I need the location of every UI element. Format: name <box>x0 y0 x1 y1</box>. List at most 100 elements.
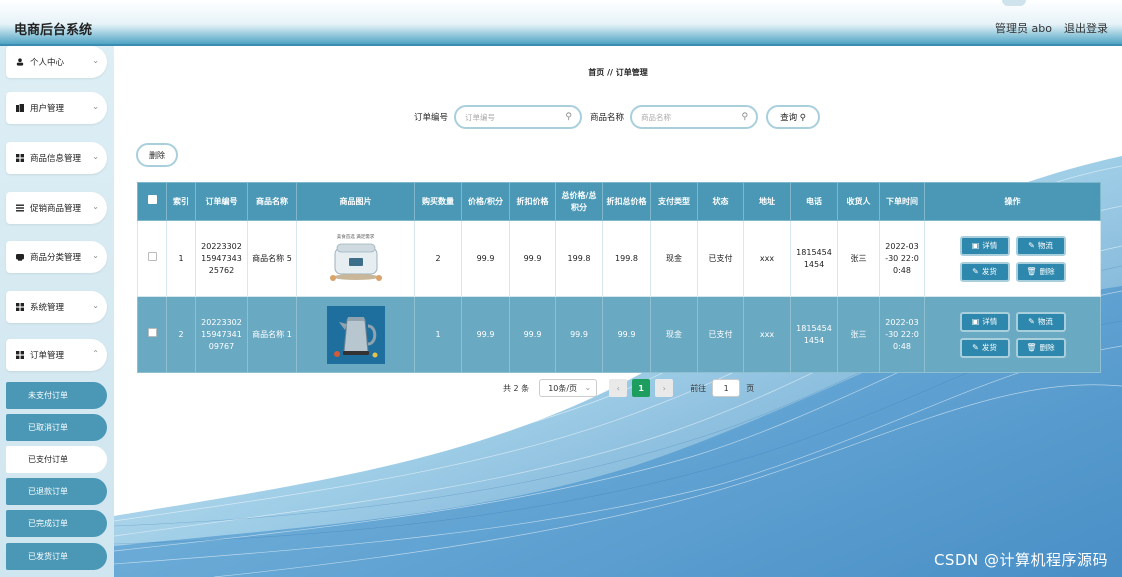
chevron-down-icon: ⌄ <box>92 56 99 65</box>
submenu-shipped-orders[interactable]: 已发货订单 <box>6 543 107 570</box>
logout-link[interactable]: 退出登录 <box>1064 20 1108 36</box>
sidebar-item-category[interactable]: 商品分类管理 ⌄ <box>6 241 107 273</box>
submenu-refunded-orders[interactable]: 已退款订单 <box>6 478 107 505</box>
sidebar-item-personal-center[interactable]: 个人中心 ⌄ <box>6 46 107 78</box>
batch-delete-button[interactable]: 删除 <box>136 143 178 167</box>
person-icon <box>16 58 24 66</box>
row-pay-type: 现金 <box>650 220 698 297</box>
search-icon: ⚲ <box>741 112 749 122</box>
delete-label: 删除 <box>1039 266 1055 276</box>
detail-icon: ▣ <box>971 316 980 326</box>
delete-label: 删除 <box>1039 342 1055 352</box>
page-size-select[interactable]: 10条/页 ⌄ <box>539 379 598 397</box>
ship-button[interactable]: ✎ 发货 <box>959 337 1010 358</box>
logistics-label: 物流 <box>1037 240 1053 250</box>
detail-icon: ▣ <box>971 240 980 250</box>
edit-icon: ✎ <box>972 342 979 352</box>
kettle-image <box>326 305 385 364</box>
submenu-unpaid-orders[interactable]: 未支付订单 <box>6 382 107 409</box>
next-page-button[interactable]: › <box>655 379 674 397</box>
row-price: 99.9 <box>461 220 510 297</box>
select-all-header <box>137 182 167 221</box>
sidebar: 个人中心 ⌄ 用户管理 ⌄ 商品信息管理 ⌄ 促销商品管理 ⌄ 商品分类管理 ⌄… <box>0 46 114 577</box>
product-name-label: 商品名称 <box>590 113 625 123</box>
col-header: 订单编号 <box>195 182 248 221</box>
detail-button[interactable]: ▣ 详情 <box>959 311 1010 332</box>
sidebar-item-system[interactable]: 系统管理 ⌄ <box>6 291 107 323</box>
search-icon: ⚲ <box>565 112 573 122</box>
table-header-row: 索引 订单编号 商品名称 商品图片 购买数量 价格/积分 折扣价格 总价格/总积… <box>137 182 1101 221</box>
delete-button[interactable]: 🗑 删除 <box>1015 261 1066 282</box>
row-discount-total: 199.8 <box>602 220 651 297</box>
logistics-button[interactable]: ✎ 物流 <box>1015 235 1066 256</box>
row-order-no: 20223302 15947343 25762 <box>195 220 248 297</box>
select-all-checkbox[interactable] <box>147 195 157 204</box>
table-row[interactable]: 2 20223302 15947341 09767 商品名称 1 1 99.9 … <box>137 296 1101 373</box>
row-select-cell <box>137 220 167 297</box>
table-row[interactable]: 1 20223302 15947343 25762 商品名称 5 美食首选 满足… <box>137 220 1101 297</box>
col-header: 下单时间 <box>879 182 925 221</box>
sidebar-item-product-info[interactable]: 商品信息管理 ⌄ <box>6 142 107 174</box>
row-checkbox[interactable] <box>147 328 157 337</box>
watermark: CSDN @计算机程序源码 <box>933 551 1108 569</box>
ship-label: 发货 <box>981 266 997 276</box>
row-receiver: 张三 <box>837 220 880 297</box>
grid-icon <box>16 154 24 162</box>
col-header: 购买数量 <box>414 182 462 221</box>
prev-page-button[interactable]: ‹ <box>609 379 628 397</box>
col-header: 折扣价格 <box>509 182 556 221</box>
goto-page-input[interactable]: 1 <box>712 379 741 397</box>
query-button[interactable]: 查询 ⚲ <box>766 105 821 129</box>
row-address: xxx <box>743 296 791 373</box>
sidebar-item-label: 商品信息管理 <box>30 154 82 164</box>
app-title: 电商后台系统 <box>14 23 93 38</box>
sidebar-item-orders[interactable]: 订单管理 ⌃ <box>6 339 107 371</box>
detail-label: 详情 <box>982 316 998 326</box>
sidebar-item-label: 订单管理 <box>30 351 65 361</box>
detail-label: 详情 <box>982 240 998 250</box>
breadcrumb: 首页 // 订单管理 <box>588 68 648 77</box>
product-image[interactable]: 美食首选 满足需求 <box>326 229 385 288</box>
orders-table: 索引 订单编号 商品名称 商品图片 购买数量 价格/积分 折扣价格 总价格/总积… <box>137 182 1101 373</box>
sidebar-item-label: 用户管理 <box>30 104 65 114</box>
row-qty: 1 <box>414 296 462 373</box>
logistics-button[interactable]: ✎ 物流 <box>1015 311 1066 332</box>
sidebar-item-label: 促销商品管理 <box>30 204 82 214</box>
ship-button[interactable]: ✎ 发货 <box>959 261 1010 282</box>
row-address: xxx <box>743 220 791 297</box>
row-select-cell <box>137 296 167 373</box>
submenu-completed-orders[interactable]: 已完成订单 <box>6 510 107 537</box>
grid-icon <box>16 351 24 359</box>
submenu-paid-orders[interactable]: 已支付订单 <box>6 446 107 473</box>
product-name-input[interactable]: 商品名称 ⚲ <box>630 105 759 129</box>
sidebar-item-user-management[interactable]: 用户管理 ⌄ <box>6 92 107 124</box>
col-header: 地址 <box>743 182 791 221</box>
users-icon <box>16 104 24 112</box>
order-no-input[interactable]: 订单编号 ⚲ <box>454 105 583 129</box>
edit-icon: ✎ <box>1028 316 1035 326</box>
product-image-caption: 美食首选 满足需求 <box>336 234 375 240</box>
row-status: 已支付 <box>697 220 744 297</box>
page-1-button[interactable]: 1 <box>632 379 651 397</box>
row-checkbox[interactable] <box>147 252 157 261</box>
detail-button[interactable]: ▣ 详情 <box>959 235 1010 256</box>
product-name-placeholder: 商品名称 <box>641 112 672 122</box>
chevron-down-icon: ⌄ <box>92 102 99 111</box>
chevron-down-icon: ⌄ <box>92 202 99 211</box>
order-no-placeholder: 订单编号 <box>465 112 496 122</box>
order-no-label: 订单编号 <box>414 113 449 123</box>
sidebar-item-promotion[interactable]: 促销商品管理 ⌄ <box>6 192 107 224</box>
chevron-down-icon: ⌄ <box>92 301 99 310</box>
chevron-down-icon: ⌄ <box>92 152 99 161</box>
delete-button[interactable]: 🗑 删除 <box>1015 337 1066 358</box>
row-order-no: 20223302 15947341 09767 <box>195 296 248 373</box>
sidebar-item-label: 个人中心 <box>30 58 65 68</box>
pagination: 共 2 条 10条/页 ⌄ ‹ 1 › 前往 1 页 <box>503 379 754 397</box>
col-header: 支付类型 <box>650 182 698 221</box>
page-suffix: 页 <box>746 383 755 393</box>
submenu-cancelled-orders[interactable]: 已取消订单 <box>6 414 107 441</box>
row-qty: 2 <box>414 220 462 297</box>
logistics-label: 物流 <box>1037 316 1053 326</box>
grid-icon <box>16 303 24 311</box>
product-image[interactable] <box>326 305 385 364</box>
